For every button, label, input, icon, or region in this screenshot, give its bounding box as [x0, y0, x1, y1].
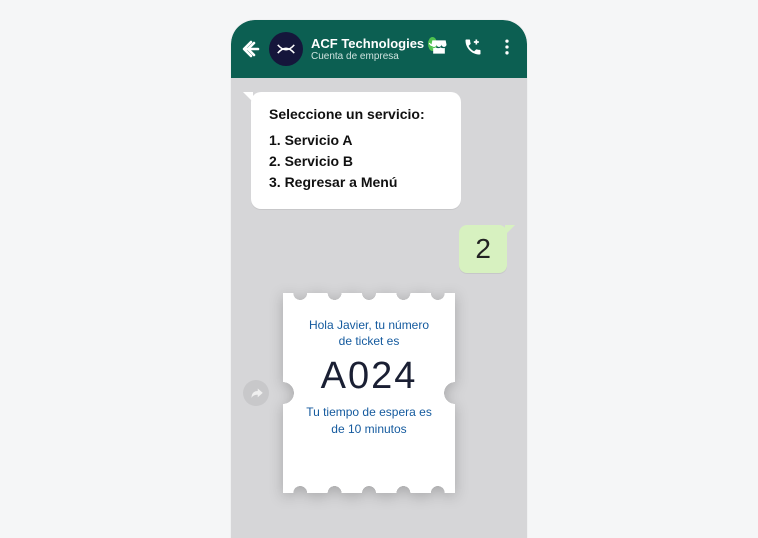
arrow-left-icon	[239, 37, 263, 61]
logo-icon	[275, 38, 297, 60]
service-prompt: Seleccione un servicio:	[269, 106, 443, 122]
back-button[interactable]	[239, 37, 263, 61]
ticket-number: A024	[295, 355, 443, 398]
header-title-wrap[interactable]: ACF Technologies Cuenta de empresa	[311, 36, 423, 62]
chat-window: ACF Technologies Cuenta de empresa Selec…	[231, 20, 527, 538]
store-icon[interactable]	[429, 37, 449, 62]
ticket-wait-time: Tu tiempo de espera es de 10 minutos	[295, 404, 443, 436]
forward-icon	[249, 386, 264, 401]
avatar[interactable]	[269, 32, 303, 66]
service-option-2: 2. Servicio B	[269, 151, 443, 172]
chat-body[interactable]: Seleccione un servicio: 1. Servicio A 2.…	[231, 78, 527, 507]
call-add-icon[interactable]	[463, 37, 483, 62]
ticket-greeting: Hola Javier, tu número de ticket es	[295, 317, 443, 349]
incoming-message[interactable]: Seleccione un servicio: 1. Servicio A 2.…	[251, 92, 461, 209]
ticket-card[interactable]: Hola Javier, tu número de ticket es A024…	[283, 293, 455, 493]
account-type: Cuenta de empresa	[311, 51, 423, 62]
forward-button[interactable]	[243, 380, 269, 406]
more-icon[interactable]	[497, 37, 517, 62]
service-option-3: 3. Regresar a Menú	[269, 172, 443, 193]
chat-header: ACF Technologies Cuenta de empresa	[231, 20, 527, 78]
service-option-1: 1. Servicio A	[269, 130, 443, 151]
business-name: ACF Technologies	[311, 36, 424, 51]
outgoing-message[interactable]: 2	[459, 225, 507, 273]
